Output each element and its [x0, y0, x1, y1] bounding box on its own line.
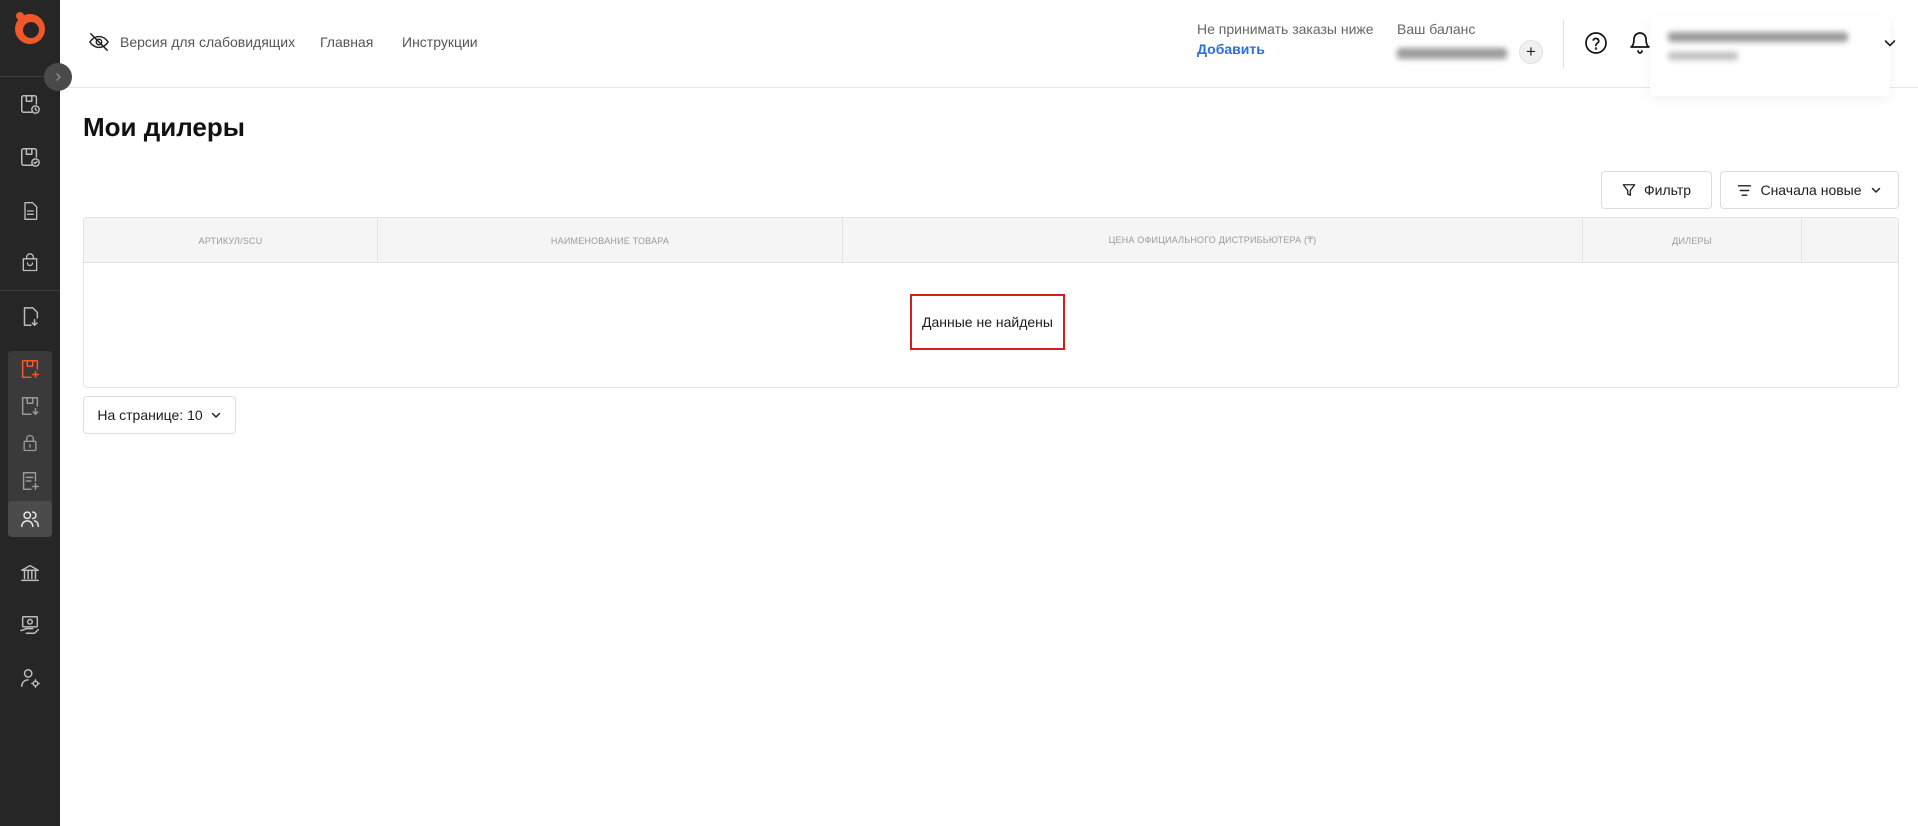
- lock-icon: [23, 434, 37, 452]
- document-plus-icon: [22, 472, 39, 490]
- help-icon[interactable]: [1584, 31, 1608, 55]
- sort-dropdown[interactable]: Сначала новые: [1720, 171, 1899, 209]
- chevron-down-icon[interactable]: [1882, 35, 1898, 51]
- bank-icon: [21, 564, 39, 582]
- box-add-icon: [21, 359, 40, 379]
- user-settings-icon: [21, 669, 40, 688]
- sidebar-item-document-download[interactable]: [8, 299, 52, 335]
- sort-dropdown-label: Сначала новые: [1760, 182, 1862, 198]
- chevron-right-icon: [56, 73, 61, 81]
- sidebar-item-bag[interactable]: [8, 245, 52, 281]
- balance-block: Ваш баланс: [1397, 21, 1507, 59]
- box-download-icon: [21, 397, 39, 415]
- min-order-block: Не принимать заказы ниже Добавить: [1197, 21, 1374, 57]
- nav-home-link[interactable]: Главная: [320, 34, 373, 50]
- page-size-select[interactable]: На странице: 10: [83, 396, 236, 434]
- balance-add-button[interactable]: +: [1519, 40, 1543, 64]
- min-order-add-link[interactable]: Добавить: [1197, 41, 1374, 57]
- eye-off-icon[interactable]: [88, 32, 110, 52]
- bell-icon[interactable]: [1628, 31, 1652, 55]
- accessibility-version-link[interactable]: Версия для слабовидящих: [120, 34, 295, 50]
- sidebar-item-box-download[interactable]: [8, 388, 52, 424]
- user-name-redacted: [1668, 32, 1848, 42]
- orders-time-icon: [21, 95, 40, 114]
- sidebar-item-cash[interactable]: [8, 607, 52, 643]
- sidebar-expand-button[interactable]: [44, 63, 72, 91]
- dealers-table: АРТИКУЛ/SCU НАИМЕНОВАНИЕ ТОВАРА ЦЕНА ОФИ…: [83, 217, 1899, 388]
- empty-state-message: Данные не найдены: [910, 294, 1065, 350]
- page-title: Мои дилеры: [83, 112, 245, 142]
- user-role-redacted: [1668, 52, 1738, 60]
- chevron-down-icon: [211, 412, 220, 418]
- column-header-distributor-price[interactable]: ЦЕНА ОФИЦИАЛЬНОГО ДИСТРИБЬЮТЕРА (₸): [843, 218, 1583, 263]
- sidebar-item-documents[interactable]: [8, 193, 52, 229]
- balance-value-redacted: [1397, 48, 1507, 59]
- users-icon: [21, 511, 39, 528]
- table-header: АРТИКУЛ/SCU НАИМЕНОВАНИЕ ТОВАРА ЦЕНА ОФИ…: [84, 218, 1898, 263]
- bag-icon: [22, 253, 38, 272]
- page-size-label: На странице: 10: [97, 407, 203, 423]
- cash-icon: [20, 616, 39, 634]
- filter-button[interactable]: Фильтр: [1601, 171, 1712, 209]
- column-header-actions: [1802, 218, 1898, 263]
- column-header-product-name[interactable]: НАИМЕНОВАНИЕ ТОВАРА: [378, 218, 843, 263]
- sidebar-item-orders-time[interactable]: [8, 86, 52, 122]
- user-profile-menu[interactable]: [1650, 16, 1890, 96]
- sidebar-item-lock[interactable]: [8, 425, 52, 461]
- sidebar-item-box-add[interactable]: [8, 351, 52, 387]
- document-icon: [24, 202, 38, 220]
- sidebar-item-document-plus[interactable]: [8, 463, 52, 499]
- min-order-label: Не принимать заказы ниже: [1197, 21, 1374, 37]
- sidebar-item-orders-check[interactable]: [8, 139, 52, 175]
- sidebar: [0, 0, 60, 826]
- sidebar-item-dealers[interactable]: [8, 501, 52, 537]
- balance-label: Ваш баланс: [1397, 21, 1476, 37]
- filter-button-label: Фильтр: [1643, 182, 1692, 198]
- header-divider: [1563, 20, 1564, 68]
- top-header: Версия для слабовидящих Главная Инструкц…: [60, 0, 1918, 96]
- document-download-icon: [23, 307, 39, 326]
- logo-icon[interactable]: [9, 7, 49, 47]
- chevron-down-icon: [1871, 187, 1880, 193]
- column-header-sku[interactable]: АРТИКУЛ/SCU: [84, 218, 378, 263]
- nav-instructions-link[interactable]: Инструкции: [402, 34, 478, 50]
- sort-icon: [1738, 184, 1752, 196]
- orders-check-icon: [21, 148, 40, 167]
- sidebar-item-bank[interactable]: [8, 555, 52, 591]
- sidebar-item-user-settings[interactable]: [8, 660, 52, 696]
- column-header-dealers[interactable]: ДИЛЕРЫ: [1583, 218, 1802, 263]
- filter-icon: [1622, 184, 1636, 196]
